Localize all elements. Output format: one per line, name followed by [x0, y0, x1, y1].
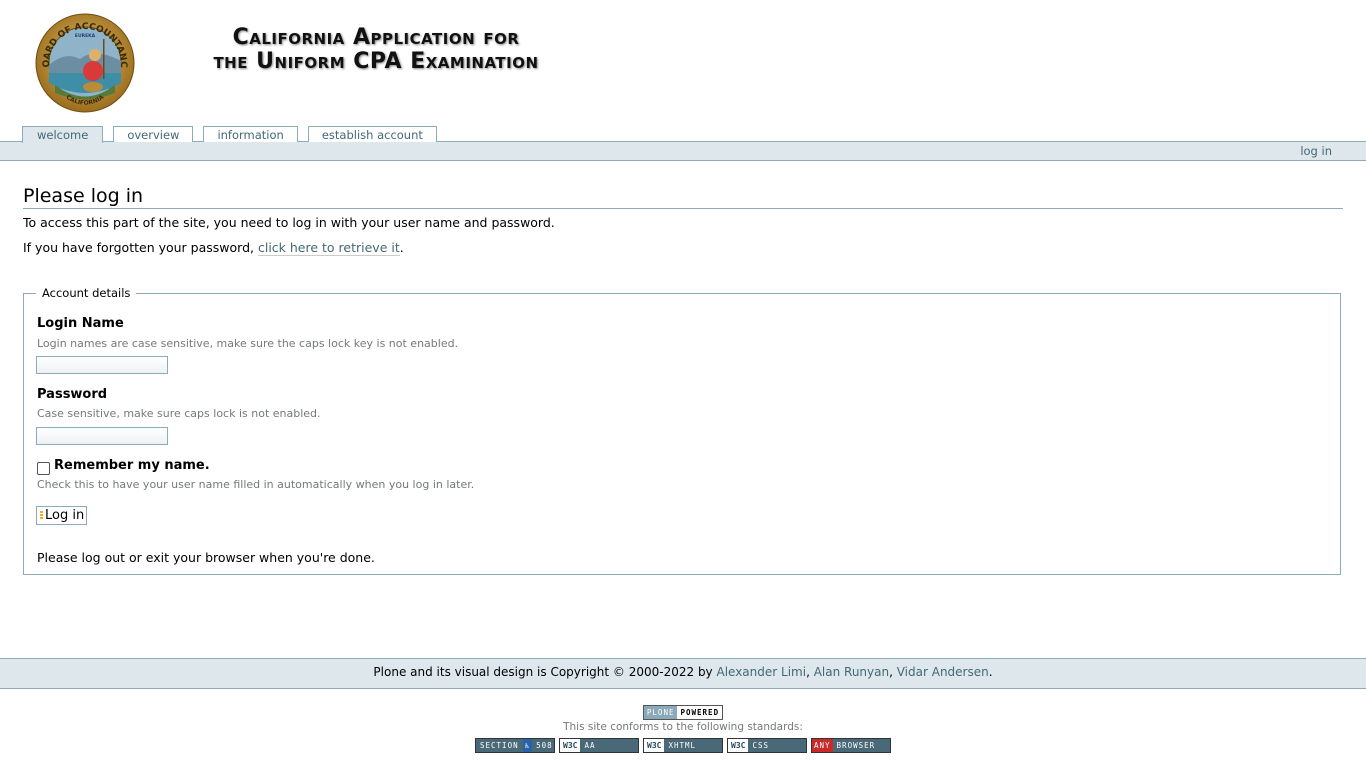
section-508-badge[interactable]: SECTION ♿ 508	[475, 738, 555, 753]
w3c-aa-badge[interactable]: W3C AA	[559, 738, 639, 753]
password-help: Case sensitive, make sure caps lock is n…	[37, 407, 321, 420]
plone-powered-badge[interactable]: PLONE POWERED	[642, 705, 724, 720]
section-text: SECTION	[480, 741, 519, 750]
aa-text: AA	[584, 741, 596, 750]
remember-name-checkbox[interactable]	[37, 462, 50, 475]
board-of-accountancy-seal-logo[interactable]: BOARD OF ACCOUNTANCY EUREKA CALIFORNIA	[35, 13, 135, 113]
login-name-input[interactable]	[36, 356, 168, 374]
w3c-css-badge[interactable]: W3C CSS	[727, 738, 807, 753]
logout-note: Please log out or exit your browser when…	[37, 550, 375, 565]
arrow-right-icon	[40, 511, 43, 519]
log-in-button[interactable]: Log in	[36, 506, 88, 525]
any-text: ANY	[812, 739, 833, 752]
log-in-button-label: Log in	[45, 508, 85, 523]
intro-text: To access this part of the site, you nee…	[23, 215, 555, 230]
forgot-password-suffix: .	[399, 240, 404, 255]
site-header: BOARD OF ACCOUNTANCY EUREKA CALIFORNIA C…	[0, 0, 1366, 127]
xhtml-text: XHTML	[668, 741, 697, 750]
login-name-help: Login names are case sensitive, make sur…	[37, 337, 459, 350]
standards-note: This site conforms to the following stan…	[563, 721, 803, 733]
any-browser-badge[interactable]: ANY BROWSER	[811, 738, 891, 753]
page-title: Please log in	[23, 185, 1343, 209]
wheelchair-icon: ♿	[522, 739, 533, 752]
site-title-line-1: California Application for	[232, 25, 520, 50]
plone-logo-icon: PLONE	[643, 706, 678, 719]
tab-information[interactable]: information	[203, 126, 298, 142]
w3c-logo-icon: W3C	[644, 739, 665, 752]
author-link-alan-runyan[interactable]: Alan Runyan	[814, 665, 889, 679]
w3c-xhtml-badge[interactable]: W3C XHTML	[643, 738, 723, 753]
tab-overview[interactable]: overview	[113, 126, 194, 142]
main-navigation-tabs: welcome overview information establish a…	[22, 126, 437, 143]
main-content: Please log in To access this part of the…	[23, 185, 1343, 575]
svg-text:EUREKA: EUREKA	[75, 33, 96, 39]
remember-name-label[interactable]: Remember my name.	[54, 458, 210, 473]
plone-powered-text: POWERED	[680, 708, 720, 717]
remember-name-help: Check this to have your user name filled…	[37, 478, 475, 491]
account-details-fieldset: Account details Login Name Login names a…	[23, 286, 1341, 575]
copyright-text: Plone and its visual design is Copyright…	[373, 665, 717, 679]
colophon: PLONE POWERED This site conforms to the f…	[0, 705, 1366, 753]
w3c-logo-icon: W3C	[560, 739, 581, 752]
forgot-password-prefix: If you have forgotten your password,	[23, 240, 258, 255]
separator: ,	[889, 665, 897, 679]
password-input[interactable]	[36, 427, 168, 445]
author-link-vidar-andersen[interactable]: Vidar Andersen	[897, 665, 989, 679]
personal-bar: log in	[0, 141, 1366, 161]
508-text: 508	[536, 741, 553, 750]
standards-badges: SECTION ♿ 508 W3C AA W3C XHTML W3C CSS ANY BRO…	[0, 738, 1366, 753]
password-label: Password	[37, 387, 108, 402]
site-title: California Application for the Uniform C…	[176, 26, 576, 74]
log-in-link[interactable]: log in	[1300, 144, 1332, 158]
footer-copyright: Plone and its visual design is Copyright…	[0, 658, 1366, 689]
retrieve-password-link[interactable]: click here to retrieve it	[257, 240, 400, 256]
site-title-line-2: the Uniform CPA Examination	[213, 49, 539, 74]
w3c-logo-icon: W3C	[728, 739, 749, 752]
author-link-alexander-limi[interactable]: Alexander Limi	[716, 665, 806, 679]
browser-text: BROWSER	[836, 741, 876, 750]
period: .	[988, 665, 993, 679]
tab-welcome[interactable]: welcome	[22, 126, 104, 143]
separator: ,	[806, 665, 814, 679]
tab-establish-account[interactable]: establish account	[307, 126, 437, 142]
css-text: CSS	[752, 741, 769, 750]
forgot-password-text: If you have forgotten your password, cli…	[23, 240, 1343, 256]
account-details-legend: Account details	[42, 286, 131, 300]
login-name-label: Login Name	[37, 316, 124, 331]
